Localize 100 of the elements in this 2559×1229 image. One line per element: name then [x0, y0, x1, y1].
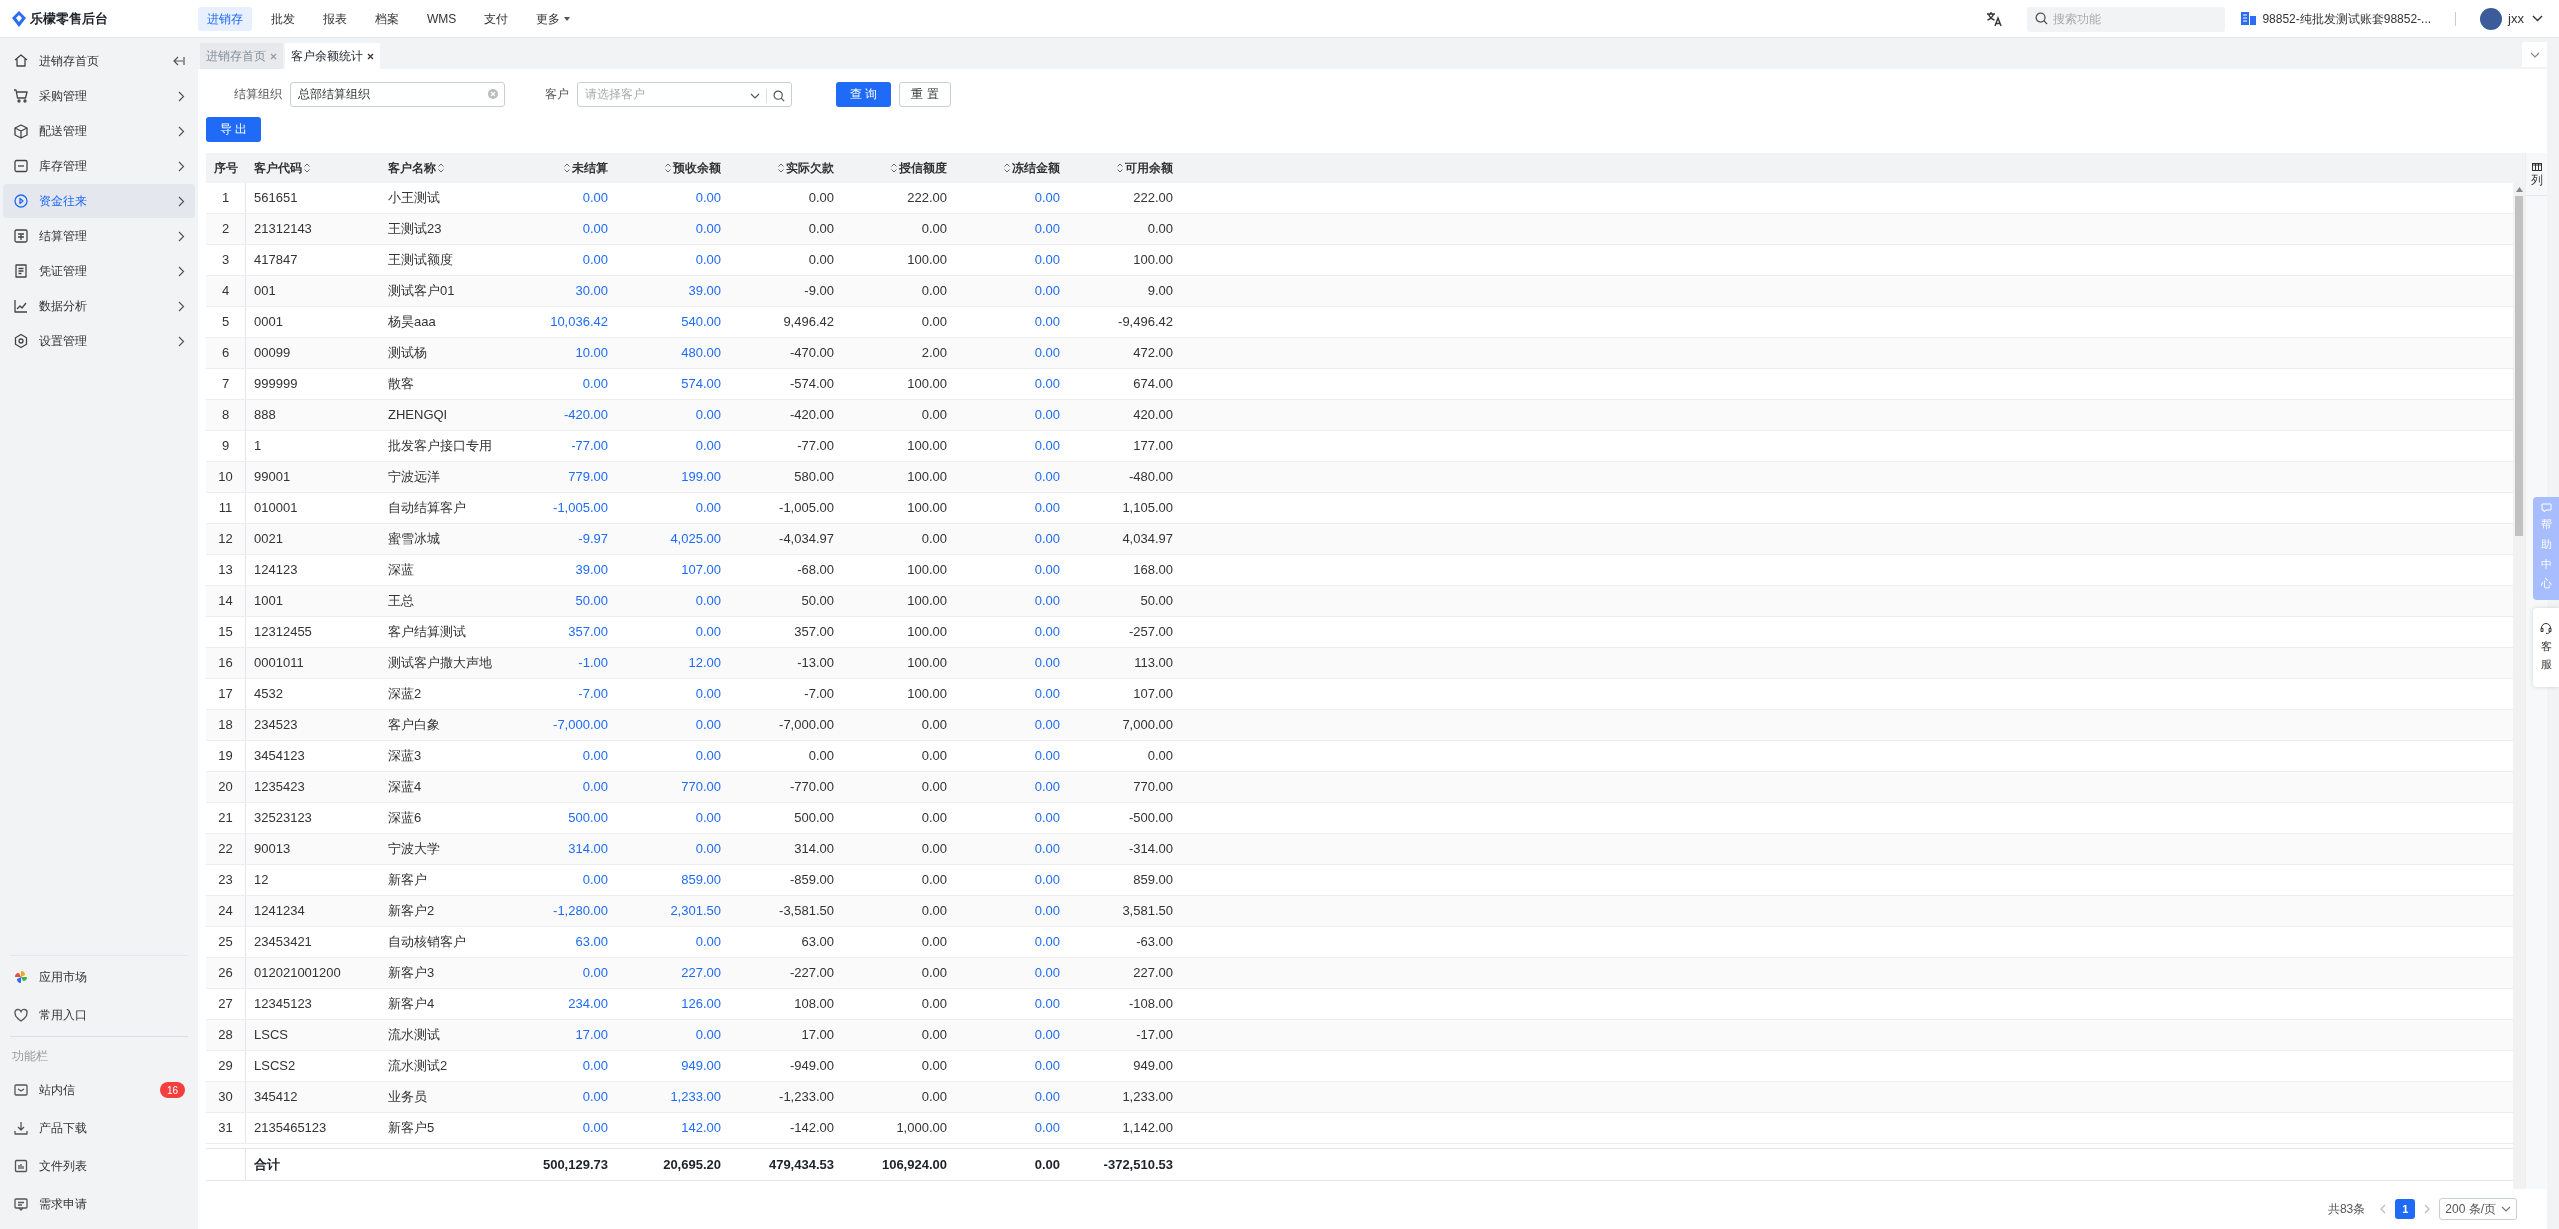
- amount-link[interactable]: 770.00: [681, 777, 721, 797]
- amount-link[interactable]: 0.00: [1034, 405, 1060, 425]
- organization-select[interactable]: 总部结算组织: [290, 81, 505, 107]
- sidebar-item[interactable]: 数据分析: [3, 289, 195, 323]
- page-tab[interactable]: 进销存首页: [200, 43, 283, 69]
- chevron-left-icon[interactable]: [2379, 1204, 2388, 1214]
- amount-link[interactable]: 142.00: [681, 1118, 721, 1138]
- amount-link[interactable]: 0.00: [1034, 777, 1060, 797]
- amount-link[interactable]: 0.00: [1034, 250, 1060, 270]
- user-name[interactable]: jxx: [2508, 8, 2524, 29]
- amount-link[interactable]: 0.00: [1034, 560, 1060, 580]
- amount-link[interactable]: 0.00: [582, 188, 608, 208]
- amount-link[interactable]: 0.00: [1034, 1056, 1060, 1076]
- sidebar-item[interactable]: 站内信 16: [3, 1071, 195, 1109]
- search-field[interactable]: 搜索功能: [2027, 6, 2226, 32]
- amount-link[interactable]: 0.00: [1034, 870, 1060, 890]
- sidebar-item[interactable]: 资金往来: [3, 184, 195, 218]
- nav-tab[interactable]: 更多: [527, 6, 580, 31]
- amount-link[interactable]: 357.00: [568, 622, 608, 642]
- amount-link[interactable]: 859.00: [681, 870, 721, 890]
- amount-link[interactable]: 0.00: [1034, 467, 1060, 487]
- nav-tab[interactable]: 档案: [366, 6, 408, 31]
- amount-link[interactable]: 314.00: [568, 839, 608, 859]
- amount-link[interactable]: 0.00: [695, 1025, 721, 1045]
- amount-link[interactable]: 0.00: [1034, 374, 1060, 394]
- column-header[interactable]: 授信额度: [842, 153, 955, 183]
- amount-link[interactable]: 0.00: [1034, 715, 1060, 735]
- amount-link[interactable]: 2,301.50: [670, 901, 721, 921]
- amount-link[interactable]: 949.00: [681, 1056, 721, 1076]
- sidebar-item[interactable]: 应用市场: [3, 958, 195, 996]
- amount-link[interactable]: 0.00: [1034, 1087, 1060, 1107]
- amount-link[interactable]: 0.00: [695, 188, 721, 208]
- amount-link[interactable]: 0.00: [695, 808, 721, 828]
- amount-link[interactable]: 0.00: [582, 746, 608, 766]
- page-button[interactable]: 1: [2395, 1199, 2416, 1219]
- amount-link[interactable]: 0.00: [1034, 498, 1060, 518]
- amount-link[interactable]: -7,000.00: [553, 715, 608, 735]
- amount-link[interactable]: 0.00: [1034, 1118, 1060, 1138]
- amount-link[interactable]: 107.00: [681, 560, 721, 580]
- amount-link[interactable]: 30.00: [575, 281, 608, 301]
- amount-link[interactable]: 0.00: [1034, 808, 1060, 828]
- sidebar-item[interactable]: 产品下载: [3, 1109, 195, 1147]
- amount-link[interactable]: 0.00: [582, 250, 608, 270]
- amount-link[interactable]: 0.00: [582, 1087, 608, 1107]
- amount-link[interactable]: 0.00: [582, 1056, 608, 1076]
- sidebar-item[interactable]: 常用入口: [3, 996, 195, 1034]
- amount-link[interactable]: 0.00: [695, 436, 721, 456]
- nav-tab[interactable]: 批发: [262, 6, 304, 31]
- amount-link[interactable]: 0.00: [1034, 529, 1060, 549]
- customer-service-tab[interactable]: 客服: [2533, 608, 2559, 688]
- export-button[interactable]: 导 出: [206, 116, 262, 142]
- amount-link[interactable]: 0.00: [1034, 1025, 1060, 1045]
- customer-select[interactable]: 请选择客户: [577, 81, 792, 107]
- amount-link[interactable]: 0.00: [695, 746, 721, 766]
- amount-link[interactable]: 0.00: [695, 839, 721, 859]
- amount-link[interactable]: 0.00: [695, 405, 721, 425]
- amount-link[interactable]: 0.00: [582, 870, 608, 890]
- column-header[interactable]: 可用余额: [1068, 153, 1181, 183]
- amount-link[interactable]: 779.00: [568, 467, 608, 487]
- amount-link[interactable]: -7.00: [578, 684, 608, 704]
- amount-link[interactable]: 227.00: [681, 963, 721, 983]
- amount-link[interactable]: 10.00: [575, 343, 608, 363]
- user-avatar[interactable]: [2480, 7, 2503, 30]
- amount-link[interactable]: 199.00: [681, 467, 721, 487]
- amount-link[interactable]: 0.00: [582, 219, 608, 239]
- query-button[interactable]: 查 询: [836, 81, 892, 107]
- amount-link[interactable]: 0.00: [1034, 653, 1060, 673]
- amount-link[interactable]: -1.00: [578, 653, 608, 673]
- amount-link[interactable]: 126.00: [681, 994, 721, 1014]
- amount-link[interactable]: 12.00: [688, 653, 721, 673]
- amount-link[interactable]: 0.00: [582, 777, 608, 797]
- close-icon[interactable]: [367, 52, 374, 60]
- amount-link[interactable]: -9.97: [578, 529, 608, 549]
- column-header[interactable]: 实际欠款: [729, 153, 842, 183]
- amount-link[interactable]: 0.00: [1034, 994, 1060, 1014]
- amount-link[interactable]: 574.00: [681, 374, 721, 394]
- column-header[interactable]: 未结算: [510, 153, 616, 183]
- scroll-up-arrow-icon[interactable]: [2515, 187, 2523, 192]
- amount-link[interactable]: 480.00: [681, 343, 721, 363]
- columns-button[interactable]: 列: [2526, 153, 2547, 196]
- translate-icon[interactable]: [1985, 9, 2004, 28]
- sidebar-item[interactable]: 库存管理: [3, 149, 195, 183]
- amount-link[interactable]: 0.00: [582, 374, 608, 394]
- page-size-select[interactable]: 200 条/页: [2439, 1198, 2517, 1220]
- amount-link[interactable]: 50.00: [575, 591, 608, 611]
- amount-link[interactable]: -77.00: [571, 436, 608, 456]
- sidebar-item[interactable]: 配送管理: [3, 114, 195, 148]
- sidebar-item[interactable]: 凭证管理: [3, 254, 195, 288]
- amount-link[interactable]: 0.00: [582, 963, 608, 983]
- column-header[interactable]: 客户代码: [246, 153, 380, 183]
- sidebar-item[interactable]: 采购管理: [3, 79, 195, 113]
- amount-link[interactable]: -1,005.00: [553, 498, 608, 518]
- amount-link[interactable]: 234.00: [568, 994, 608, 1014]
- sidebar-item[interactable]: 需求申请: [3, 1185, 195, 1223]
- amount-link[interactable]: 0.00: [695, 250, 721, 270]
- reset-button[interactable]: 重 置: [899, 81, 951, 107]
- sidebar-item[interactable]: 进销存首页: [3, 44, 195, 78]
- amount-link[interactable]: 0.00: [582, 1118, 608, 1138]
- nav-tab[interactable]: 进销存: [198, 6, 252, 31]
- amount-link[interactable]: 0.00: [1034, 312, 1060, 332]
